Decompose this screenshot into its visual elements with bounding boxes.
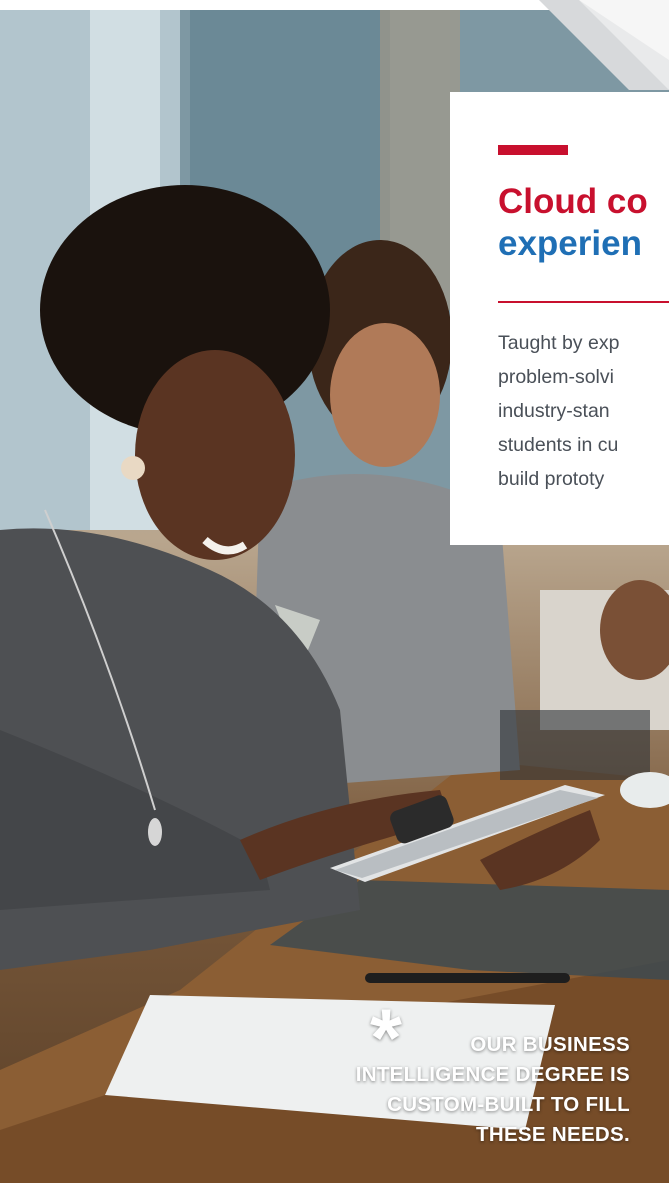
card-body-line: problem-solvi <box>498 366 614 388</box>
info-card: Cloud co experien Taught by exp problem-… <box>450 92 669 545</box>
accent-bar <box>498 145 568 155</box>
card-body-line: build prototy <box>498 468 605 490</box>
callout-text: OUR BUSINESS INTELLIGENCE DEGREE IS CUST… <box>356 1030 630 1150</box>
callout-line: CUSTOM-BUILT TO FILL <box>387 1093 630 1116</box>
card-body-line: Taught by exp <box>498 332 620 354</box>
callout-line: INTELLIGENCE DEGREE IS <box>355 1063 630 1086</box>
callout-line: THESE NEEDS. <box>476 1123 630 1146</box>
card-title-line-1: Cloud co <box>498 182 648 221</box>
card-body-line: students in cu <box>498 434 619 456</box>
card-divider <box>498 301 669 303</box>
card-body: Taught by exp problem-solvi industry-sta… <box>498 326 619 496</box>
card-title-line-2: experien <box>498 224 642 263</box>
callout-line: OUR BUSINESS <box>470 1033 630 1056</box>
corner-fold-decoration <box>539 0 669 90</box>
card-body-line: industry-stan <box>498 400 610 422</box>
